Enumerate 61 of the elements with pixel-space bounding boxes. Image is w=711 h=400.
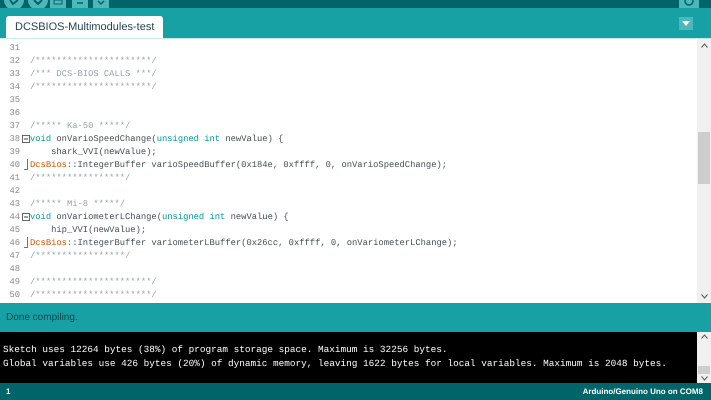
line-number: 43 [8, 198, 20, 208]
line-number: 37 [8, 120, 20, 130]
open-icon[interactable] [72, 0, 88, 8]
save-icon[interactable] [93, 0, 109, 8]
code-line: /***** Mi-8 *****/ [30, 198, 126, 208]
code-line: /*** DCS-BIOS CALLS ***/ [30, 68, 157, 78]
line-number: 32 [8, 56, 20, 66]
line-number: 49 [8, 276, 20, 286]
code-line: DcsBios::IntegerBuffer variometerLBuffer(0x26cc, 0xffff, 0, onVariometerLChange); [30, 238, 458, 248]
collapse-icon[interactable] [22, 212, 30, 220]
code-line: /***** Ka-50 *****/ [30, 120, 130, 130]
file-tab[interactable]: DCSBIOS-Multimodules-test [6, 16, 164, 38]
code-line: void onVariometerLChange(unsigned int newValue) { [30, 212, 289, 222]
scroll-down-icon[interactable] [700, 376, 708, 381]
console-line: Global variables use 426 bytes (20%) of dynamic memory, leaving 1622 bytes for local variables. Maximum is 2048 bytes. [3, 358, 668, 371]
scroll-up-icon[interactable] [700, 334, 708, 339]
code-line: hip_VVI(newValue); [50, 224, 146, 234]
caret-icon [682, 21, 690, 26]
fold-end-icon [24, 237, 28, 248]
code-line: shark_VVI(newValue); [50, 146, 157, 156]
status-message: Done compiling. [6, 312, 78, 323]
scroll-down-icon[interactable] [700, 294, 708, 299]
collapse-icon[interactable] [22, 134, 30, 142]
line-number: 47 [8, 250, 20, 260]
line-number: 45 [8, 224, 20, 234]
line-number: 41 [8, 172, 20, 182]
console-scrollbar[interactable] [697, 332, 711, 383]
code-line: void onVarioSpeedChange(unsigned int newValue) { [30, 134, 284, 144]
line-number: 33 [8, 68, 20, 78]
code-line: /**********************/ [30, 82, 157, 92]
line-number: 31 [8, 42, 20, 52]
line-number: 48 [8, 264, 20, 274]
line-indicator: 1 [6, 387, 10, 396]
tab-menu-button[interactable] [679, 17, 693, 30]
line-number: 40 [8, 160, 20, 170]
scroll-up-icon[interactable] [700, 43, 708, 48]
line-number: 34 [8, 82, 20, 92]
line-number: 35 [8, 94, 20, 104]
verify-icon[interactable] [4, 0, 24, 8]
upload-icon[interactable] [28, 0, 48, 8]
serial-monitor-icon[interactable] [679, 0, 699, 8]
code-line: /*****************/ [30, 250, 130, 260]
code-line: /*****************/ [30, 172, 130, 182]
console-line: Sketch uses 12264 bytes (38%) of program storage space. Maximum is 32256 bytes. [3, 344, 448, 357]
code-line: /**********************/ [30, 56, 157, 66]
line-number: 50 [8, 290, 20, 300]
scroll-thumb[interactable] [698, 132, 710, 184]
code-line: /**********************/ [30, 290, 157, 300]
code-line: DcsBios::IntegerBuffer varioSpeedBuffer(0x184e, 0xffff, 0, onVarioSpeedChange); [30, 160, 448, 170]
line-number: 38 [8, 134, 20, 144]
code-line: /**********************/ [30, 276, 157, 286]
fold-end-icon [24, 159, 28, 170]
scrollbar[interactable] [697, 39, 711, 303]
new-file-icon[interactable] [50, 0, 66, 8]
line-number: 46 [8, 238, 20, 248]
line-number: 39 [8, 146, 20, 156]
board-port-label: Arduino/Genuino Uno on COM8 [582, 387, 703, 396]
line-number: 42 [8, 186, 20, 196]
line-number: 36 [8, 108, 20, 118]
scroll-thumb[interactable] [698, 366, 710, 374]
line-number: 44 [8, 212, 20, 222]
